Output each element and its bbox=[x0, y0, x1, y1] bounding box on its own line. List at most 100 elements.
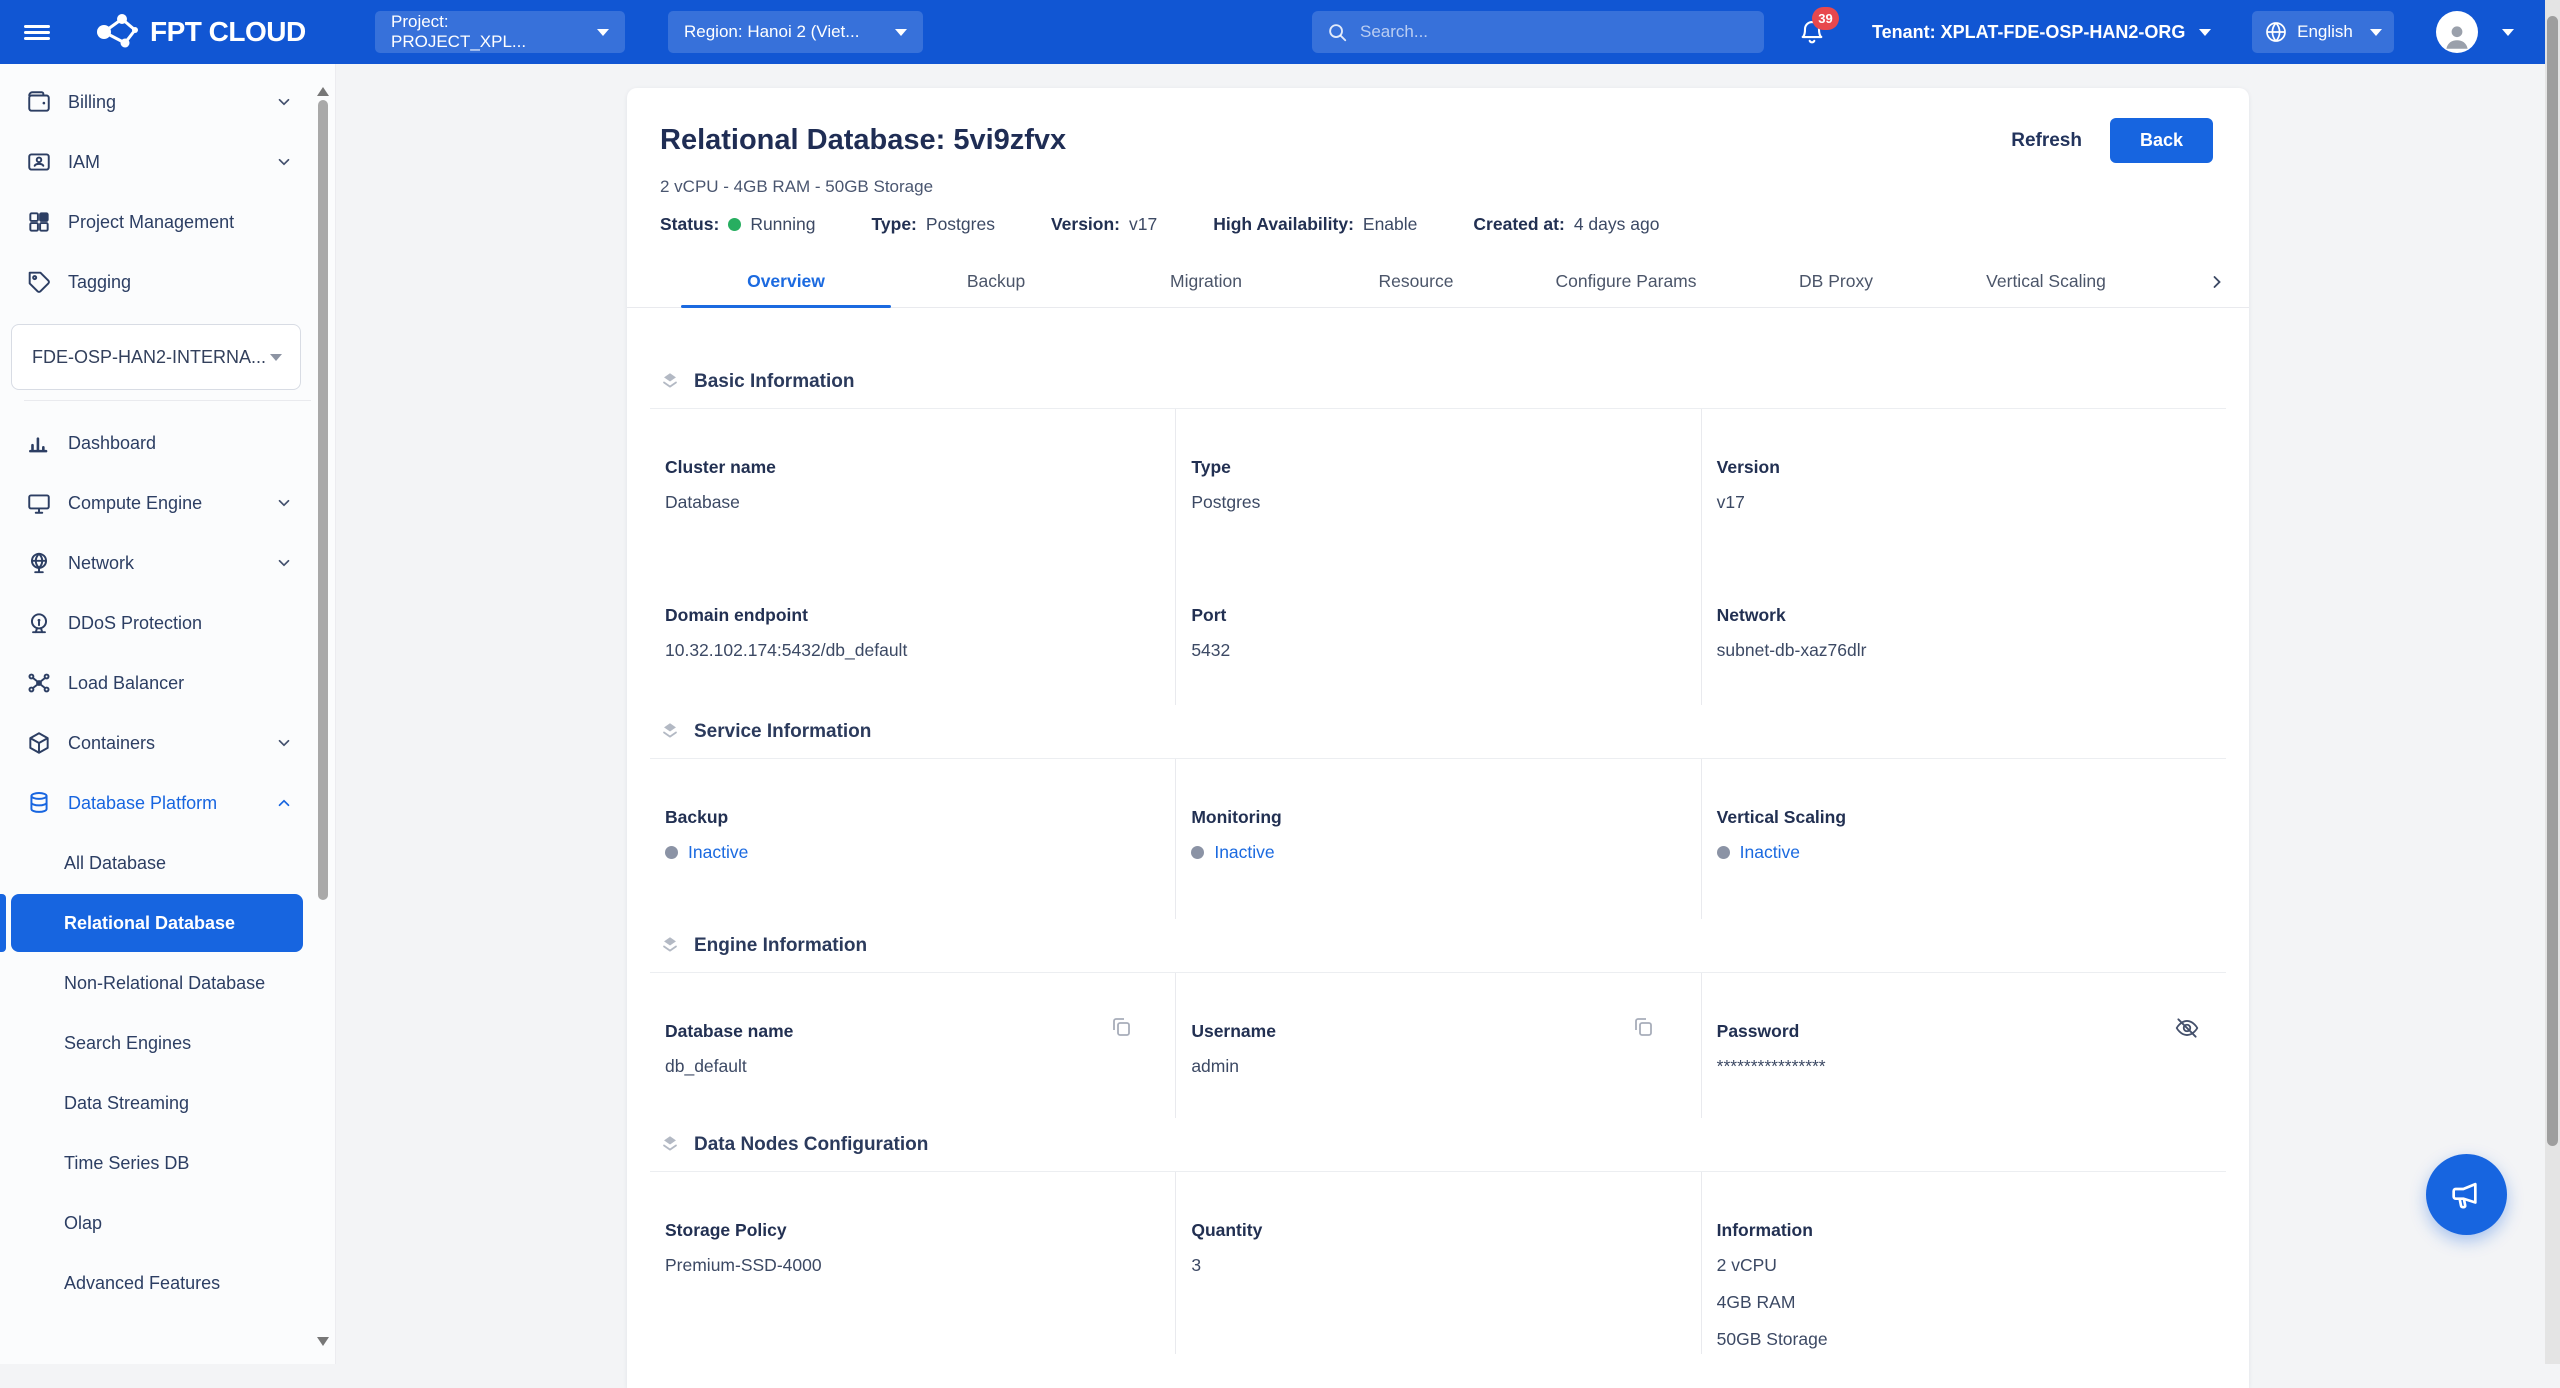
refresh-button[interactable]: Refresh bbox=[2011, 130, 2082, 152]
field-domain-endpoint: Domain endpoint 10.32.102.174:5432/db_de… bbox=[650, 557, 1175, 705]
field-value: Postgres bbox=[1191, 488, 1700, 517]
meta-value: Enable bbox=[1363, 214, 1418, 235]
field-label: Monitoring bbox=[1191, 804, 1700, 830]
field-information: Information 2 vCPU 4GB RAM 50GB Storage bbox=[1701, 1172, 2226, 1354]
workspace-select[interactable]: FDE-OSP-HAN2-INTERNA... bbox=[11, 324, 301, 390]
chevron-down-icon bbox=[2370, 29, 2382, 36]
chevron-down-icon bbox=[275, 554, 293, 572]
field-label: Backup bbox=[665, 804, 1175, 830]
sidebar-item-advanced-features[interactable]: Advanced Features bbox=[0, 1253, 335, 1313]
field-password: Password **************** bbox=[1701, 973, 2226, 1118]
sidebar-item-time-series-db[interactable]: Time Series DB bbox=[0, 1133, 335, 1193]
layers-icon bbox=[659, 935, 681, 957]
page-scrollbar-thumb[interactable] bbox=[2547, 16, 2558, 1146]
sidebar-item-network[interactable]: Network bbox=[0, 533, 335, 593]
language-label: English bbox=[2297, 22, 2353, 42]
sidebar-scrollbar-thumb[interactable] bbox=[318, 100, 328, 900]
tab-vertical-scaling[interactable]: Vertical Scaling bbox=[1941, 256, 2151, 307]
field-value: 5432 bbox=[1191, 636, 1700, 665]
field-network: Network subnet-db-xaz76dlr bbox=[1701, 557, 2226, 705]
page-scrollbar[interactable] bbox=[2545, 0, 2560, 1364]
meta-value: 4 days ago bbox=[1574, 214, 1660, 235]
copy-icon[interactable] bbox=[1631, 1015, 1655, 1039]
tenant-selector[interactable]: Tenant: XPLAT-FDE-OSP-HAN2-ORG bbox=[1872, 0, 2211, 64]
field-quantity: Quantity 3 bbox=[1175, 1172, 1700, 1354]
announcements-fab[interactable] bbox=[2426, 1154, 2507, 1235]
section-engine-information: Engine Information bbox=[650, 935, 2226, 973]
info-line-ram: 4GB RAM bbox=[1717, 1288, 2226, 1317]
sidebar-item-relational-database[interactable]: Relational Database bbox=[0, 893, 335, 953]
sidebar-item-search-engines[interactable]: Search Engines bbox=[0, 1013, 335, 1073]
sidebar-item-non-relational-database[interactable]: Non-Relational Database bbox=[0, 953, 335, 1013]
notifications-button[interactable]: 39 bbox=[1798, 0, 1826, 64]
project-selector-label: Project: PROJECT_XPL... bbox=[391, 12, 583, 52]
notification-count-badge: 39 bbox=[1812, 7, 1839, 30]
field-port: Port 5432 bbox=[1175, 557, 1700, 705]
sidebar-item-ddos-protection[interactable]: DDoS Protection bbox=[0, 593, 335, 653]
field-username: Username admin bbox=[1175, 973, 1700, 1118]
sidebar-item-all-database[interactable]: All Database bbox=[0, 833, 335, 893]
sidebar-item-tagging[interactable]: Tagging bbox=[0, 252, 335, 312]
tab-db-proxy[interactable]: DB Proxy bbox=[1731, 256, 1941, 307]
sidebar-item-iam[interactable]: IAM bbox=[0, 132, 335, 192]
sidebar-item-load-balancer[interactable]: Load Balancer bbox=[0, 653, 335, 713]
field-label: Port bbox=[1191, 602, 1700, 628]
search-box[interactable] bbox=[1312, 11, 1764, 53]
sidebar-item-database-platform[interactable]: Database Platform bbox=[0, 773, 335, 833]
meta-label: Version: bbox=[1051, 214, 1120, 235]
brand-name: FPT CLOUD bbox=[150, 16, 306, 48]
basic-info-row-1: Cluster name Database Type Postgres Vers… bbox=[650, 409, 2226, 557]
user-menu[interactable] bbox=[2436, 0, 2514, 64]
sidebar-item-dashboard[interactable]: Dashboard bbox=[0, 413, 335, 473]
meta-value: Postgres bbox=[926, 214, 995, 235]
field-value: 10.32.102.174:5432/db_default bbox=[665, 636, 1175, 665]
section-basic-information: Basic Information bbox=[650, 371, 2226, 409]
project-selector[interactable]: Project: PROJECT_XPL... bbox=[375, 11, 625, 53]
megaphone-icon bbox=[2447, 1175, 2487, 1215]
copy-icon[interactable] bbox=[1109, 1015, 1133, 1039]
sidebar-item-label: Relational Database bbox=[64, 913, 235, 934]
sidebar-item-label: Olap bbox=[64, 1213, 102, 1234]
cube-icon bbox=[26, 730, 52, 756]
sidebar-item-label: Database Platform bbox=[68, 793, 217, 814]
hamburger-menu-icon[interactable] bbox=[24, 0, 50, 64]
sidebar-item-compute-engine[interactable]: Compute Engine bbox=[0, 473, 335, 533]
chevron-down-icon bbox=[275, 734, 293, 752]
eye-off-icon[interactable] bbox=[2174, 1015, 2200, 1041]
fpt-cloud-logo[interactable]: FPT CLOUD bbox=[92, 0, 306, 64]
inactive-status-dot bbox=[665, 846, 678, 859]
section-title: Data Nodes Configuration bbox=[694, 1134, 928, 1156]
high-availability-pair: High Availability: Enable bbox=[1213, 214, 1417, 235]
layers-icon bbox=[659, 371, 681, 393]
tabs-overflow-chevron-right-icon[interactable] bbox=[2207, 256, 2227, 307]
sidebar-item-label: Search Engines bbox=[64, 1033, 191, 1054]
layers-icon bbox=[659, 1134, 681, 1156]
sidebar-item-billing[interactable]: Billing bbox=[0, 72, 335, 132]
tab-resource[interactable]: Resource bbox=[1311, 256, 1521, 307]
monitoring-status-link[interactable]: Inactive bbox=[1191, 842, 1700, 863]
section-service-information: Service Information bbox=[650, 721, 2226, 759]
scroll-down-arrow-icon[interactable] bbox=[317, 1346, 329, 1358]
tab-configure-params[interactable]: Configure Params bbox=[1521, 256, 1731, 307]
tab-overview[interactable]: Overview bbox=[681, 256, 891, 307]
field-database-name: Database name db_default bbox=[650, 973, 1175, 1118]
back-button[interactable]: Back bbox=[2110, 118, 2213, 163]
sidebar-item-project-management[interactable]: Project Management bbox=[0, 192, 335, 252]
tab-migration[interactable]: Migration bbox=[1101, 256, 1311, 307]
sidebar-item-containers[interactable]: Containers bbox=[0, 713, 335, 773]
tab-backup[interactable]: Backup bbox=[891, 256, 1101, 307]
search-input[interactable] bbox=[1360, 22, 1750, 42]
language-selector[interactable]: English bbox=[2252, 11, 2394, 53]
sidebar-item-label: Compute Engine bbox=[68, 493, 202, 514]
vertical-scaling-status-link[interactable]: Inactive bbox=[1717, 842, 2226, 863]
siren-icon bbox=[26, 610, 52, 636]
sidebar-scrollbar[interactable] bbox=[317, 68, 329, 1360]
sidebar-item-data-streaming[interactable]: Data Streaming bbox=[0, 1073, 335, 1133]
field-value: subnet-db-xaz76dlr bbox=[1717, 636, 2226, 665]
backup-status-link[interactable]: Inactive bbox=[665, 842, 1175, 863]
status-value: Running bbox=[750, 214, 815, 235]
sidebar-item-olap[interactable]: Olap bbox=[0, 1193, 335, 1253]
region-selector[interactable]: Region: Hanoi 2 (Viet... bbox=[668, 11, 923, 53]
version-pair: Version: v17 bbox=[1051, 214, 1157, 235]
scroll-up-arrow-icon[interactable] bbox=[317, 70, 329, 82]
